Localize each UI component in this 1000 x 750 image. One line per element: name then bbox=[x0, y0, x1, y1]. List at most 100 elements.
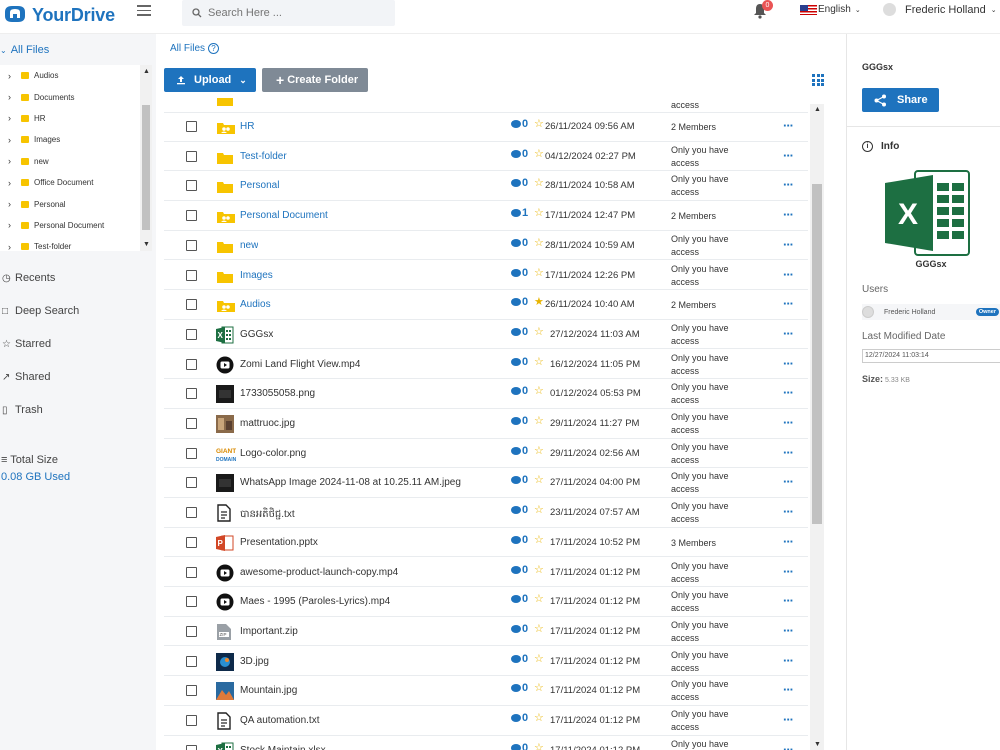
tree-item-office-document[interactable]: › Office Document bbox=[0, 172, 152, 193]
file-name[interactable]: Mountain.jpg bbox=[240, 685, 297, 696]
more-options-icon[interactable]: ··· bbox=[783, 623, 794, 638]
star-outline-icon[interactable]: ☆ bbox=[534, 325, 544, 338]
search-bar[interactable] bbox=[182, 0, 395, 26]
more-options-icon[interactable]: ··· bbox=[783, 712, 794, 727]
row-checkbox[interactable] bbox=[186, 180, 197, 192]
row-checkbox[interactable] bbox=[186, 358, 197, 370]
table-row[interactable]: P Presentation.pptx 0 ☆ 17/11/2024 10:52 PM 3… bbox=[164, 528, 808, 558]
tree-item-documents[interactable]: › Documents bbox=[0, 86, 152, 107]
scroll-down-icon[interactable]: ▼ bbox=[143, 241, 150, 248]
file-name[interactable]: Images bbox=[240, 270, 273, 281]
sidebar-item-starred[interactable]: ☆ Starred bbox=[2, 338, 51, 350]
more-options-icon[interactable]: ··· bbox=[783, 504, 794, 519]
table-row[interactable]: HR 0 ☆ 26/11/2024 09:56 AM 2 Members ··· bbox=[164, 112, 808, 142]
row-checkbox[interactable] bbox=[186, 536, 197, 548]
table-row[interactable]: X Stock Maintain.xlsx 0 ☆ 17/11/2024 01:12 P… bbox=[164, 736, 808, 750]
help-icon[interactable]: ? bbox=[208, 43, 220, 54]
more-options-icon[interactable]: ··· bbox=[783, 237, 794, 252]
sidebar-item-deep-search[interactable]: □ Deep Search bbox=[2, 305, 79, 317]
star-outline-icon[interactable]: ☆ bbox=[534, 147, 544, 160]
star-outline-icon[interactable]: ☆ bbox=[534, 533, 544, 546]
more-options-icon[interactable]: ··· bbox=[783, 445, 794, 460]
sidebar-item-shared[interactable]: ↗ Shared bbox=[2, 371, 50, 383]
file-name[interactable]: 3D.jpg bbox=[240, 656, 269, 667]
table-row[interactable]: 3D.jpg 0 ☆ 17/11/2024 01:12 PM Only you have… bbox=[164, 647, 808, 677]
table-row[interactable]: access bbox=[164, 98, 808, 113]
comments-button[interactable]: 0 bbox=[511, 653, 528, 665]
star-outline-icon[interactable]: ☆ bbox=[534, 711, 544, 724]
scrollbar-thumb[interactable] bbox=[812, 184, 822, 524]
file-name[interactable]: Personal Document bbox=[240, 210, 328, 221]
tree-scrollbar[interactable]: ▲ ▼ bbox=[140, 65, 152, 251]
more-options-icon[interactable]: ··· bbox=[783, 267, 794, 282]
row-checkbox[interactable] bbox=[186, 625, 197, 637]
row-checkbox[interactable] bbox=[186, 507, 197, 519]
more-options-icon[interactable]: ··· bbox=[783, 564, 794, 579]
more-options-icon[interactable]: ··· bbox=[783, 177, 794, 192]
tree-item-personal-document[interactable]: › Personal Document bbox=[0, 215, 152, 236]
table-row[interactable]: Zomi Land Flight View.mp4 0 ☆ 16/12/2024 11… bbox=[164, 350, 808, 380]
more-options-icon[interactable]: ··· bbox=[783, 385, 794, 400]
row-checkbox[interactable] bbox=[186, 210, 197, 222]
notifications-button[interactable]: 0 bbox=[753, 0, 773, 19]
table-row[interactable]: Audios 0 ★ 26/11/2024 10:40 AM 2 Members ··· bbox=[164, 290, 808, 320]
row-checkbox[interactable] bbox=[186, 655, 197, 667]
app-logo[interactable]: YourDrive bbox=[2, 2, 115, 28]
table-row[interactable]: Test-folder 0 ☆ 04/12/2024 02:27 PM Only you… bbox=[164, 142, 808, 172]
file-name[interactable]: 1733055058.png bbox=[240, 388, 315, 399]
star-outline-icon[interactable]: ☆ bbox=[534, 384, 544, 397]
table-row[interactable]: X GGGsx 0 ☆ 27/12/2024 11:03 AM Only you have… bbox=[164, 320, 808, 350]
table-row[interactable]: awesome-product-launch-copy.mp4 0 ☆ 17/11/2… bbox=[164, 558, 808, 587]
tree-item-test-folder[interactable]: › Test-folder bbox=[0, 236, 152, 251]
comments-button[interactable]: 0 bbox=[511, 267, 528, 279]
comments-button[interactable]: 0 bbox=[511, 742, 528, 750]
comments-button[interactable]: 0 bbox=[511, 177, 528, 189]
table-row[interactable]: Mountain.jpg 0 ☆ 17/11/2024 01:12 PM Only yo… bbox=[164, 676, 808, 706]
comments-button[interactable]: 0 bbox=[511, 385, 528, 397]
star-outline-icon[interactable]: ☆ bbox=[534, 355, 544, 368]
row-checkbox[interactable] bbox=[186, 150, 197, 162]
upload-button[interactable]: Upload ⌄ bbox=[164, 68, 256, 92]
file-name[interactable]: mattruoc.jpg bbox=[240, 418, 295, 429]
comments-button[interactable]: 0 bbox=[511, 712, 528, 724]
table-row[interactable]: បានអតិថិជ្ជ.txt 0 ☆ 23/11/2024 07:57 AM Only… bbox=[164, 498, 808, 528]
create-folder-button[interactable]: + Create Folder bbox=[262, 68, 368, 92]
more-options-icon[interactable]: ··· bbox=[783, 474, 794, 489]
more-options-icon[interactable]: ··· bbox=[783, 593, 794, 608]
file-name[interactable]: Important.zip bbox=[240, 626, 298, 637]
scroll-up-icon[interactable]: ▲ bbox=[814, 106, 821, 113]
file-name[interactable]: QA automation.txt bbox=[240, 715, 320, 726]
file-table-scrollbar[interactable]: ▲ ▼ bbox=[810, 104, 824, 750]
tree-item-audios[interactable]: › Audios bbox=[0, 65, 152, 86]
more-options-icon[interactable]: ··· bbox=[783, 207, 794, 222]
more-options-icon[interactable]: ··· bbox=[783, 326, 794, 341]
file-name[interactable]: Logo-color.png bbox=[240, 448, 306, 459]
star-outline-icon[interactable]: ☆ bbox=[534, 176, 544, 189]
file-name[interactable]: Zomi Land Flight View.mp4 bbox=[240, 359, 360, 370]
file-name[interactable]: Test-folder bbox=[240, 151, 287, 162]
star-filled-icon[interactable]: ★ bbox=[534, 295, 544, 308]
table-row[interactable]: WhatsApp Image 2024-11-08 at 10.25.11 AM… bbox=[164, 468, 808, 498]
more-options-icon[interactable]: ··· bbox=[783, 296, 794, 311]
table-row[interactable]: 1733055058.png 0 ☆ 01/12/2024 05:53 PM Only … bbox=[164, 379, 808, 409]
comments-button[interactable]: 0 bbox=[511, 356, 528, 368]
tree-item-new[interactable]: › new bbox=[0, 151, 152, 172]
star-outline-icon[interactable]: ☆ bbox=[534, 236, 544, 249]
sidebar-item-trash[interactable]: ▯ Trash bbox=[2, 404, 43, 416]
share-button[interactable]: Share bbox=[862, 88, 939, 112]
comments-button[interactable]: 0 bbox=[511, 118, 528, 130]
comments-button[interactable]: 0 bbox=[511, 564, 528, 576]
star-outline-icon[interactable]: ☆ bbox=[534, 681, 544, 694]
comments-button[interactable]: 0 bbox=[511, 474, 528, 486]
more-options-icon[interactable]: ··· bbox=[783, 653, 794, 668]
more-options-icon[interactable]: ··· bbox=[783, 682, 794, 697]
star-outline-icon[interactable]: ☆ bbox=[534, 117, 544, 130]
star-outline-icon[interactable]: ☆ bbox=[534, 622, 544, 635]
file-name[interactable]: GGGsx bbox=[240, 329, 273, 340]
row-checkbox[interactable] bbox=[186, 596, 197, 608]
table-row[interactable]: QA automation.txt 0 ☆ 17/11/2024 01:12 PM On… bbox=[164, 706, 808, 736]
table-row[interactable]: new 0 ☆ 28/11/2024 10:59 AM Only you have ac… bbox=[164, 231, 808, 261]
comments-button[interactable]: 1 bbox=[511, 207, 528, 219]
tree-item-hr[interactable]: › HR bbox=[0, 108, 152, 129]
star-outline-icon[interactable]: ☆ bbox=[534, 652, 544, 665]
